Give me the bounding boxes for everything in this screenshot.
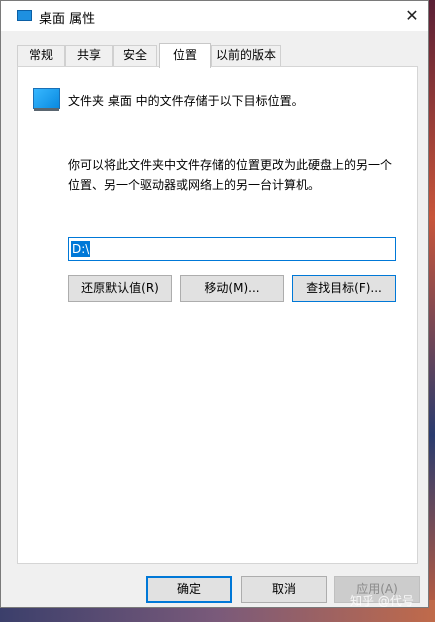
location-header: 文件夹 桌面 中的文件存储于以下目标位置。 (68, 94, 304, 108)
tab-strip: 常规 共享 安全 位置 以前的版本 (17, 43, 417, 68)
ok-button[interactable]: 确定 (146, 576, 232, 603)
find-target-button[interactable]: 查找目标(F)... (292, 275, 396, 302)
tab-general[interactable]: 常规 (17, 45, 65, 66)
tab-location[interactable]: 位置 (159, 43, 211, 68)
close-icon[interactable]: ✕ (399, 4, 425, 28)
path-input[interactable]: D:\ (68, 237, 396, 261)
description-line-1: 你可以将此文件夹中文件存储的位置更改为此硬盘上的另一个 (68, 158, 393, 172)
title-bar[interactable]: 桌面 属性 ✕ (1, 1, 428, 31)
description-line-2: 位置、另一个驱动器或网络上的另一台计算机。 (68, 178, 321, 192)
desktop-folder-icon (33, 88, 60, 111)
folder-icon (17, 10, 32, 21)
tab-security[interactable]: 安全 (113, 45, 157, 66)
watermark-text: 知乎 @代号 (350, 594, 414, 608)
cancel-button[interactable]: 取消 (241, 576, 327, 603)
location-panel: 文件夹 桌面 中的文件存储于以下目标位置。 你可以将此文件夹中文件存储的位置更改… (17, 66, 418, 564)
location-description: 你可以将此文件夹中文件存储的位置更改为此硬盘上的另一个 位置、另一个驱动器或网络… (68, 155, 408, 195)
restore-default-button[interactable]: 还原默认值(R) (68, 275, 172, 302)
window-title: 桌面 属性 (39, 12, 96, 27)
tab-sharing[interactable]: 共享 (65, 45, 113, 66)
move-button[interactable]: 移动(M)... (180, 275, 284, 302)
desktop-background-strip (429, 0, 435, 622)
tab-previous-versions[interactable]: 以前的版本 (211, 45, 281, 66)
properties-dialog: 桌面 属性 ✕ 常规 共享 安全 位置 以前的版本 文件夹 桌面 中的文件存储于… (0, 0, 429, 608)
path-value: D:\ (71, 241, 91, 257)
